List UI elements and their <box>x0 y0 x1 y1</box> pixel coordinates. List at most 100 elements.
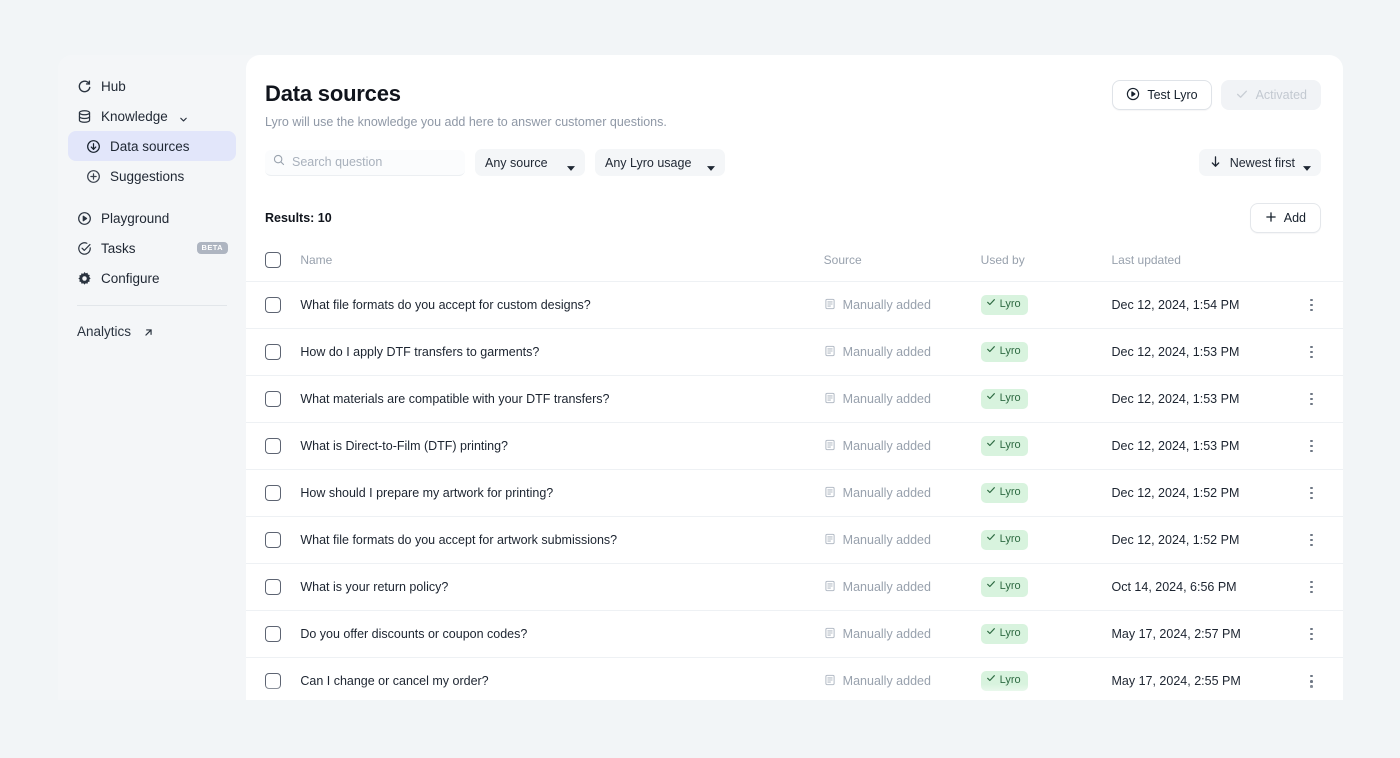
play-circle-icon <box>77 211 92 226</box>
row-source-label: Manually added <box>842 533 931 547</box>
check-icon <box>986 297 996 313</box>
row-menu-icon[interactable] <box>1303 343 1321 361</box>
table-row[interactable]: What is your return policy? Manually adde… <box>246 563 1343 611</box>
sidebar-item-label: Playground <box>101 210 170 226</box>
sidebar-item-tasks[interactable]: Tasks BETA <box>68 233 236 263</box>
source-filter-select[interactable]: Any source <box>475 149 585 176</box>
test-lyro-button[interactable]: Test Lyro <box>1112 80 1212 110</box>
row-source-label: Manually added <box>842 486 931 500</box>
sidebar-item-data-sources[interactable]: Data sources <box>68 131 236 161</box>
results-bar: Results: 10 Add <box>265 202 1321 234</box>
sidebar-item-label: Configure <box>101 270 160 286</box>
sidebar-item-suggestions[interactable]: Suggestions <box>68 161 236 191</box>
row-name: What is Direct-to-Film (DTF) printing? <box>300 422 824 470</box>
header-actions: Test Lyro Activated <box>1112 80 1321 110</box>
row-checkbox[interactable] <box>265 485 281 501</box>
usage-filter-select[interactable]: Any Lyro usage <box>595 149 726 176</box>
row-updated-label: Dec 12, 2024, 1:53 PM <box>1111 439 1240 453</box>
row-checkbox[interactable] <box>265 579 281 595</box>
row-select-cell <box>246 516 301 564</box>
badge-label: Lyro <box>999 580 1021 593</box>
table-row[interactable]: Do you offer discounts or coupon codes? M… <box>246 610 1343 658</box>
add-button[interactable]: Add <box>1249 203 1321 233</box>
badge-label: Lyro <box>999 533 1021 546</box>
row-checkbox[interactable] <box>265 391 281 407</box>
chevron-down-icon[interactable] <box>179 112 188 122</box>
row-last-updated: Dec 12, 2024, 1:54 PM <box>1111 281 1303 329</box>
play-circle-icon <box>1126 87 1140 104</box>
check-circle-icon <box>77 241 92 256</box>
sidebar-item-hub[interactable]: Hub <box>68 71 236 101</box>
table-row[interactable]: What materials are compatible with your … <box>246 375 1343 423</box>
row-source-cell: Manually added <box>823 422 981 470</box>
row-menu-icon[interactable] <box>1303 390 1321 408</box>
row-source-cell: Manually added <box>823 610 981 658</box>
row-source-cell: Manually added <box>823 516 981 564</box>
column-header-name[interactable]: Name <box>300 244 823 282</box>
row-used-by-cell: Lyro <box>980 422 1112 470</box>
status-badge: Lyro <box>980 342 1028 362</box>
row-menu-icon[interactable] <box>1303 531 1321 549</box>
select-all-checkbox[interactable] <box>265 252 281 268</box>
status-badge: Lyro <box>980 295 1028 315</box>
table-row[interactable]: What is Direct-to-Film (DTF) printing? Ma… <box>246 422 1343 470</box>
table-row[interactable]: Can I change or cancel my order? Manually… <box>246 657 1343 700</box>
status-badge: Lyro <box>980 671 1028 692</box>
check-icon <box>1235 87 1249 104</box>
row-menu-icon[interactable] <box>1303 437 1321 455</box>
document-icon <box>824 627 836 642</box>
column-header-last-updated[interactable]: Last updated <box>1112 244 1303 282</box>
row-checkbox[interactable] <box>265 297 281 313</box>
status-badge: Lyro <box>980 436 1028 456</box>
main-content: Data sources Lyro will use the knowledge… <box>246 55 1343 700</box>
row-menu-icon[interactable] <box>1303 578 1321 596</box>
arrow-down-icon <box>1209 155 1222 171</box>
sidebar-item-configure[interactable]: Configure <box>68 263 236 293</box>
row-checkbox[interactable] <box>265 438 281 454</box>
row-select-cell <box>246 657 301 700</box>
row-actions-cell <box>1302 516 1343 564</box>
table-row[interactable]: What file formats do you accept for cust… <box>246 281 1343 329</box>
sidebar-item-playground[interactable]: Playground <box>68 203 236 233</box>
sidebar-item-knowledge[interactable]: Knowledge <box>68 101 236 131</box>
badge-label: Lyro <box>999 439 1021 452</box>
row-used-by-cell: Lyro <box>980 328 1112 376</box>
document-icon <box>824 533 836 548</box>
table-row[interactable]: How should I prepare my artwork for prin… <box>246 469 1343 517</box>
status-badge: Lyro <box>980 624 1028 644</box>
app-window: Hub Knowledge Data sources Suggestions P… <box>58 55 1343 700</box>
activated-button: Activated <box>1220 80 1321 110</box>
column-header-source[interactable]: Source <box>824 244 981 282</box>
filters-row: Any source Any Lyro usage <box>265 149 1321 176</box>
sort-select[interactable]: Newest first <box>1198 149 1321 176</box>
row-menu-icon[interactable] <box>1303 484 1321 502</box>
search-input[interactable] <box>292 155 457 169</box>
row-checkbox[interactable] <box>265 532 281 548</box>
row-name: What materials are compatible with your … <box>300 375 824 423</box>
circle-plus-icon <box>86 169 101 184</box>
row-source-cell: Manually added <box>823 657 981 700</box>
sidebar-item-analytics[interactable]: Analytics <box>68 316 236 346</box>
plus-icon <box>1265 211 1277 226</box>
row-updated-label: Dec 12, 2024, 1:53 PM <box>1111 345 1240 359</box>
table-row[interactable]: How do I apply DTF transfers to garments… <box>246 328 1343 376</box>
row-menu-icon[interactable] <box>1303 672 1321 690</box>
activated-label: Activated <box>1255 88 1307 102</box>
search-field[interactable] <box>265 149 465 176</box>
sidebar-item-label: Data sources <box>110 138 190 154</box>
row-actions-cell <box>1302 375 1343 423</box>
row-checkbox[interactable] <box>265 626 281 642</box>
document-icon <box>824 580 836 595</box>
column-header-used-by[interactable]: Used by <box>981 244 1112 282</box>
row-name: Can I change or cancel my order? <box>300 657 824 700</box>
row-actions-cell <box>1302 422 1343 470</box>
row-last-updated: Dec 12, 2024, 1:52 PM <box>1111 516 1303 564</box>
row-menu-icon[interactable] <box>1303 625 1321 643</box>
row-menu-icon[interactable] <box>1303 296 1321 314</box>
row-checkbox[interactable] <box>265 344 281 360</box>
row-updated-label: Dec 12, 2024, 1:54 PM <box>1111 298 1240 312</box>
row-last-updated: Oct 14, 2024, 6:56 PM <box>1111 563 1303 611</box>
row-checkbox[interactable] <box>265 673 281 690</box>
row-source-cell: Manually added <box>823 469 981 517</box>
table-row[interactable]: What file formats do you accept for artw… <box>246 516 1343 564</box>
